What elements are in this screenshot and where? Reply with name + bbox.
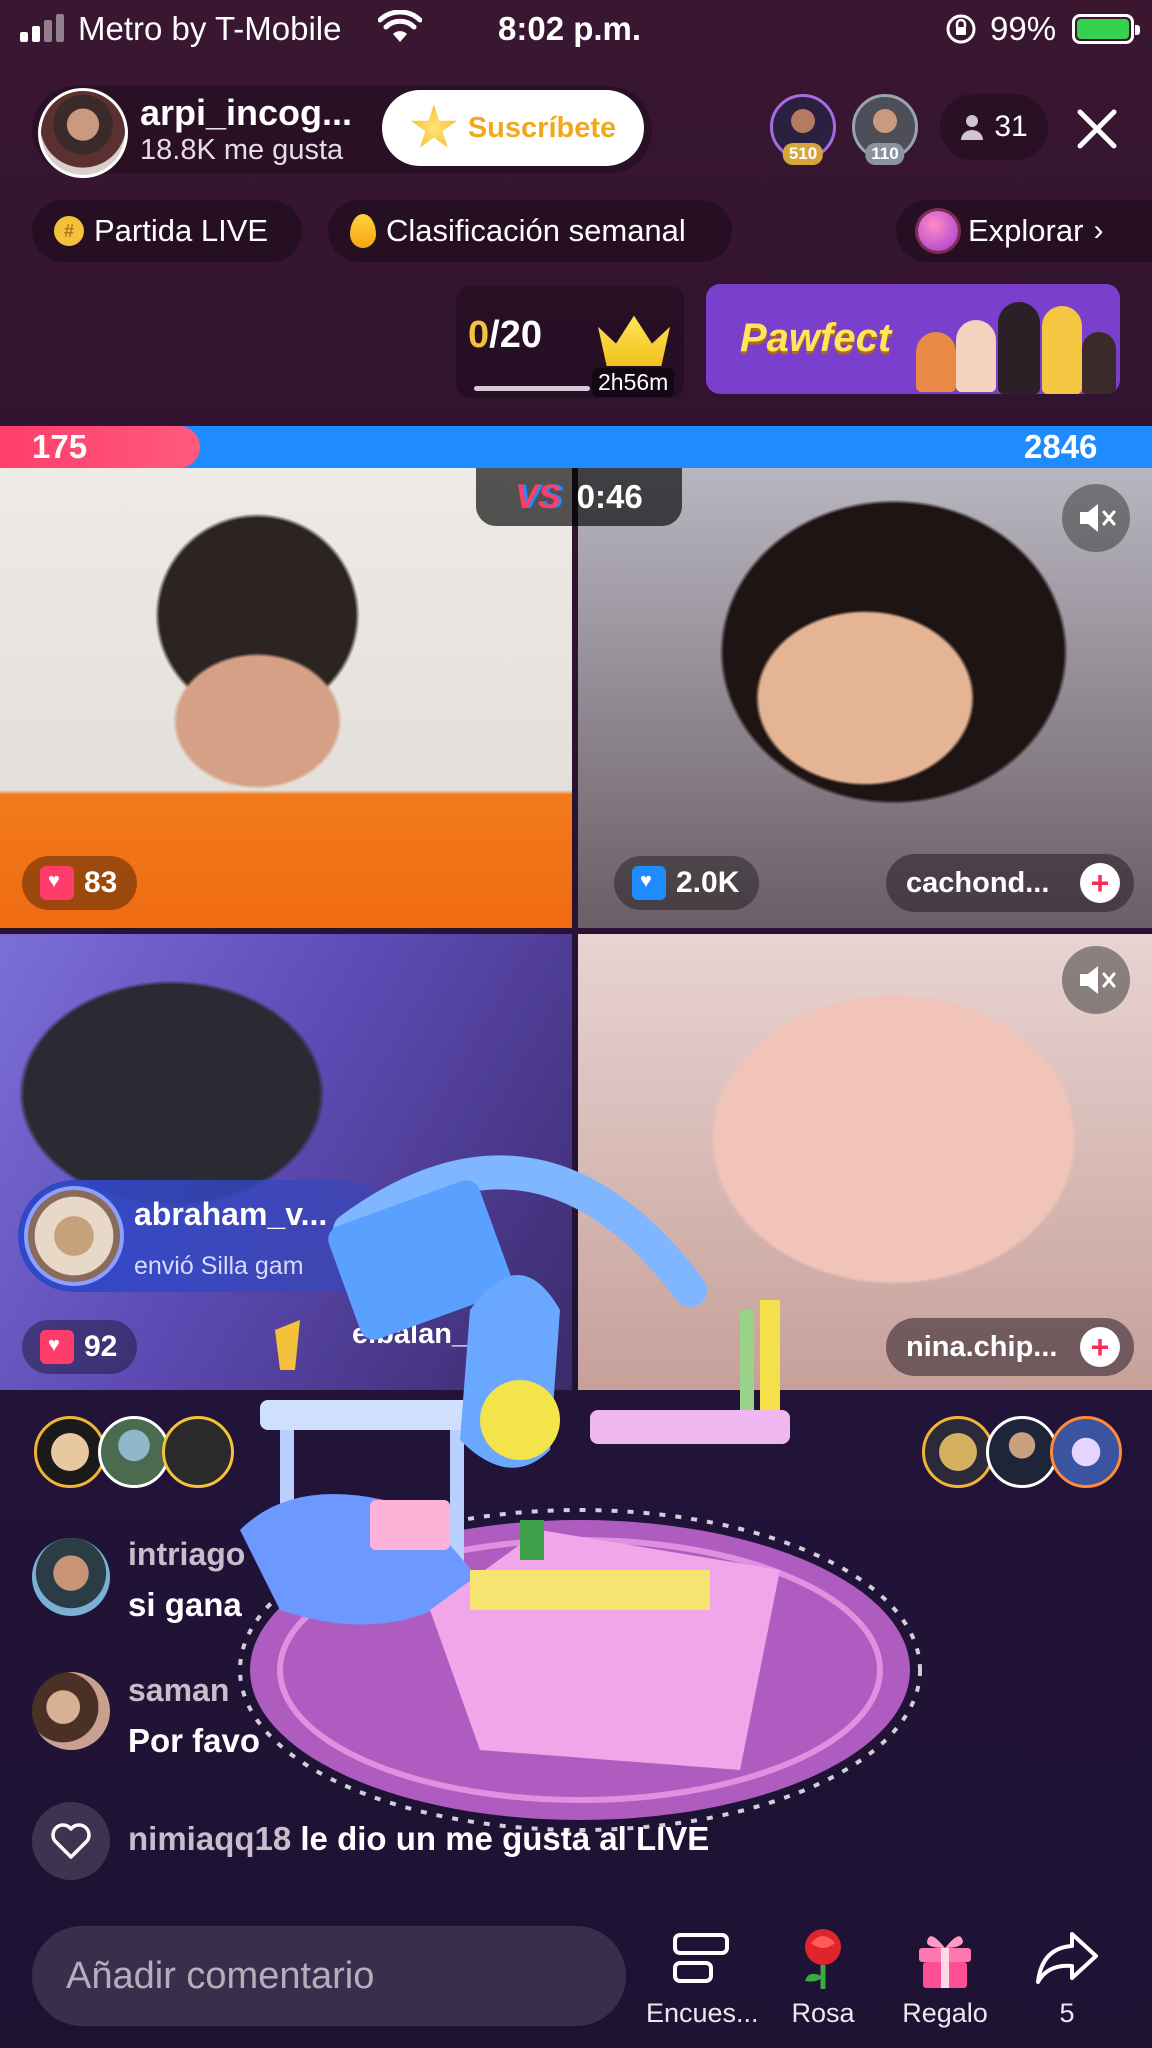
signal-icon [20,14,64,42]
goal-progress: 0/20 [468,314,542,357]
host-avatar[interactable] [38,88,128,178]
top-viewer-1-score: 510 [782,143,824,165]
top-viewer-2-score: 110 [865,143,905,165]
follow-plus-icon[interactable]: + [1080,1327,1120,1367]
goal-current: 0 [468,314,490,356]
goal-progress-bar [474,386,590,391]
like-username[interactable]: nimiaqq18 [128,1820,291,1857]
paw-icon [1042,306,1082,394]
goal-timer: 2h56m [592,368,675,397]
pawfect-title: Pawfect [740,316,892,360]
battle-score-left: 175 [32,428,88,465]
explore-chip[interactable]: Explorar › [896,200,1152,262]
rose-icon [768,1924,878,1992]
battery-percent: 99% [990,10,1057,47]
gaming-chair-gift-animation [238,1155,922,1832]
like-text: le dio un me gusta al LIVE [291,1820,710,1857]
tile-1-gift-count[interactable]: 83 [22,856,138,910]
goal-total: /20 [489,314,542,356]
poll-label: Encues... [646,1998,759,2028]
top-viewer-2[interactable]: 110 [852,94,918,165]
paw-icon [998,302,1040,394]
comment-avatar[interactable] [32,1672,110,1750]
rose-label: Rosa [791,1998,855,2028]
mute-icon[interactable] [1062,946,1130,1014]
team-right-avatar-2[interactable] [986,1416,1058,1488]
paw-icon [1082,332,1116,394]
team-right-avatar-3[interactable] [1050,1416,1122,1488]
battle-bar-red [0,426,200,468]
poll-button[interactable]: Encues... [646,1924,759,2029]
top-viewer-1[interactable]: 510 [770,94,836,165]
subscribe-button[interactable]: Suscríbete [382,90,644,166]
team-left-avatar-2[interactable] [98,1416,170,1488]
gift-sender-avatar[interactable] [24,1186,124,1286]
share-button[interactable]: 5 [1012,1924,1122,2029]
heart-icon [32,1802,110,1880]
close-icon[interactable] [1070,102,1124,156]
explore-label: Explorar [968,213,1084,248]
battle-score-right: 2846 [1024,428,1098,465]
paw-icon [916,332,956,392]
viewer-count-button[interactable]: 31 [940,94,1048,160]
tile-2-name-pill[interactable]: cachond... + [886,854,1134,912]
paw-icon [956,320,996,392]
carrier-name: Metro by T-Mobile [78,10,342,47]
coin-icon: # [54,216,84,246]
tile-2-gift-count[interactable]: 2.0K [614,856,760,910]
rose-button[interactable]: Rosa [768,1924,878,2029]
host-name[interactable]: arpi_incog... [140,92,352,134]
status-time: 8:02 p.m. [498,10,642,47]
tile-3-gift-count[interactable]: 92 [22,1320,138,1374]
gift-box-icon [632,866,666,900]
team-left-avatar-1[interactable] [34,1416,106,1488]
gift-box-icon [40,1330,74,1364]
follow-plus-icon[interactable]: + [1080,863,1120,903]
person-icon [961,115,984,140]
battle-timer: VS 0:46 [476,468,682,526]
flame-icon [350,214,376,248]
tile-1-gift-value: 83 [84,866,118,899]
battle-timer-value: 0:46 [576,478,643,515]
gift-label: Regalo [902,1998,988,2028]
wifi-icon [377,9,423,49]
poll-icon [646,1924,756,1992]
comment-avatar[interactable] [32,1538,110,1616]
tile-2-name: cachond... [906,866,1050,899]
chevron-right-icon: › [1093,214,1104,247]
mute-icon[interactable] [1062,484,1130,552]
weekly-ranking-label: Clasificación semanal [386,213,686,248]
gift-button[interactable]: Regalo [890,1924,1000,2029]
planet-icon [918,211,958,251]
comment-input[interactable] [32,1926,626,2026]
host-likes: 18.8K me gusta [140,134,344,166]
share-icon [1012,1924,1122,1992]
subscribe-label: Suscríbete [467,111,617,144]
like-notification: nimiaqq18 le dio un me gusta al LIVE [128,1820,709,1858]
live-match-chip[interactable]: # Partida LIVE [32,200,302,262]
live-match-label: Partida LIVE [94,213,269,248]
tile-2-gift-value: 2.0K [676,866,740,899]
tile-3-gift-value: 92 [84,1330,118,1363]
rotation-lock-icon [944,12,978,51]
comment-username[interactable]: saman [128,1672,229,1709]
gift-box-icon [40,866,74,900]
star-icon [410,104,457,148]
battery-icon [1072,14,1140,44]
gift-icon [890,1924,1000,1992]
vs-icon: VS [515,477,561,516]
weekly-ranking-chip[interactable]: Clasificación semanal [328,200,732,262]
viewer-count: 31 [994,110,1028,143]
share-count: 5 [1059,1998,1075,2028]
